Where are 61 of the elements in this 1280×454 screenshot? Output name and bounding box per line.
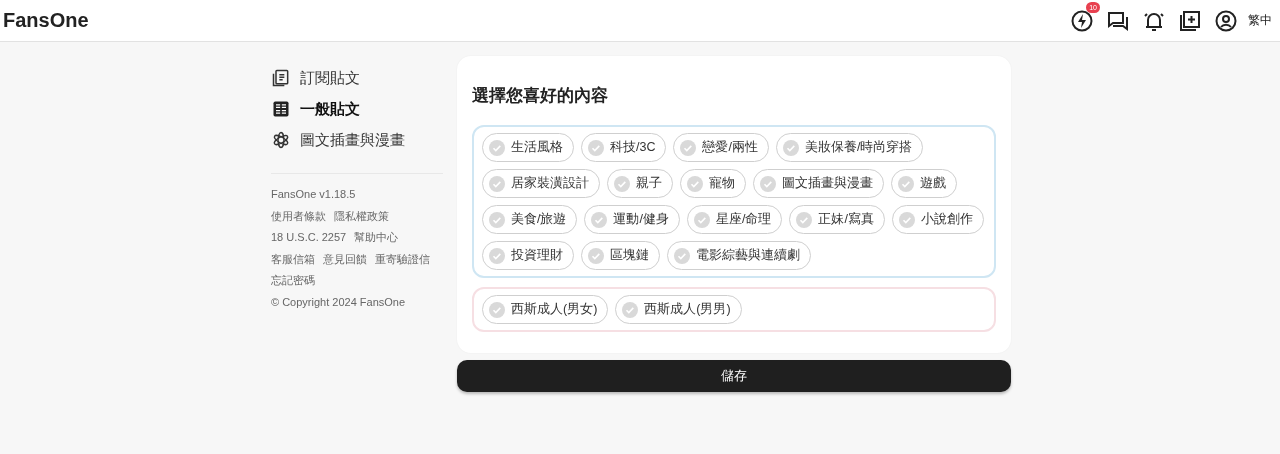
flower-icon xyxy=(271,130,291,150)
footer-link[interactable]: 忘記密碼 xyxy=(271,270,315,292)
tag-chip[interactable]: 圖文插畫與漫畫 xyxy=(753,169,884,198)
check-icon xyxy=(898,211,915,228)
tag-chip[interactable]: 親子 xyxy=(607,169,673,198)
tag-chip[interactable]: 遊戲 xyxy=(891,169,957,198)
check-icon xyxy=(588,247,604,264)
check-icon xyxy=(674,247,690,264)
check-icon xyxy=(591,211,608,228)
tag-chip[interactable]: 西斯成人(男男) xyxy=(615,295,742,324)
check-icon xyxy=(760,175,776,192)
tag-chip[interactable]: 運動/健身 xyxy=(584,205,680,234)
logo[interactable]: FansOne xyxy=(3,9,1070,32)
check-icon xyxy=(614,175,630,192)
check-icon xyxy=(796,211,813,228)
tag-chip[interactable]: 生活風格 xyxy=(482,133,574,162)
language-link[interactable]: 繁中 xyxy=(1248,12,1272,29)
tag-chip[interactable]: 戀愛/兩性 xyxy=(673,133,769,162)
footer-link[interactable]: 客服信箱 xyxy=(271,248,315,270)
check-icon xyxy=(489,211,505,228)
grid-icon xyxy=(271,99,291,119)
footer-link[interactable]: 意見回饋 xyxy=(323,248,367,270)
tag-chip[interactable]: 美妝保養/時尚穿搭 xyxy=(775,133,924,162)
tag-chip[interactable]: 區塊鏈 xyxy=(581,241,660,270)
tag-chip[interactable]: 科技/3C xyxy=(581,133,667,162)
check-icon xyxy=(782,139,799,156)
check-icon xyxy=(489,139,505,156)
tag-chip[interactable]: 寵物 xyxy=(680,169,746,198)
check-icon xyxy=(489,301,505,318)
tag-chip[interactable]: 星座/命理 xyxy=(686,205,783,234)
save-button[interactable]: 儲存 xyxy=(457,360,1011,392)
lightning-icon[interactable] xyxy=(1070,8,1094,33)
check-icon xyxy=(898,175,914,192)
tag-chip[interactable]: 美食/旅遊 xyxy=(482,205,578,234)
tag-chip[interactable]: 正妹/寫真 xyxy=(789,205,885,234)
document-icon xyxy=(271,68,291,88)
version-text: FansOne v1.18.5 xyxy=(271,187,356,202)
footer-link[interactable]: 幫助中心 xyxy=(354,227,399,249)
tag-chip[interactable]: 西斯成人(男女) xyxy=(482,295,609,324)
check-icon xyxy=(687,175,703,192)
footer-link[interactable]: 使用者條款 xyxy=(271,205,326,227)
tag-chip[interactable]: 投資理財 xyxy=(482,241,574,270)
check-icon xyxy=(588,139,604,156)
check-icon xyxy=(693,211,710,228)
footer-link[interactable]: 18 U.S.C. 2257 xyxy=(271,227,347,249)
check-icon xyxy=(489,175,505,192)
tag-chip[interactable]: 電影綜藝與連續劇 xyxy=(667,241,811,270)
footer-link[interactable]: 隱私權政策 xyxy=(334,205,389,227)
tag-chip[interactable]: 小說創作 xyxy=(891,205,984,234)
card-title: 選擇您喜好的內容 xyxy=(472,85,609,107)
sidebar-item[interactable]: 訂閱貼文 xyxy=(271,68,360,88)
tag-chip[interactable]: 居家裝潢設計 xyxy=(482,169,600,198)
check-icon xyxy=(622,301,639,318)
check-icon xyxy=(680,139,697,156)
copyright-text: © Copyright 2024 FansOne xyxy=(271,294,406,310)
add-icon[interactable] xyxy=(1178,8,1202,33)
footer-link[interactable]: 重寄驗證信 xyxy=(375,248,430,270)
sidebar-item[interactable]: 一般貼文 xyxy=(271,99,360,119)
profile-icon[interactable] xyxy=(1214,8,1238,33)
sidebar-item[interactable]: 圖文插畫與漫畫 xyxy=(271,130,405,150)
check-icon xyxy=(489,247,505,264)
